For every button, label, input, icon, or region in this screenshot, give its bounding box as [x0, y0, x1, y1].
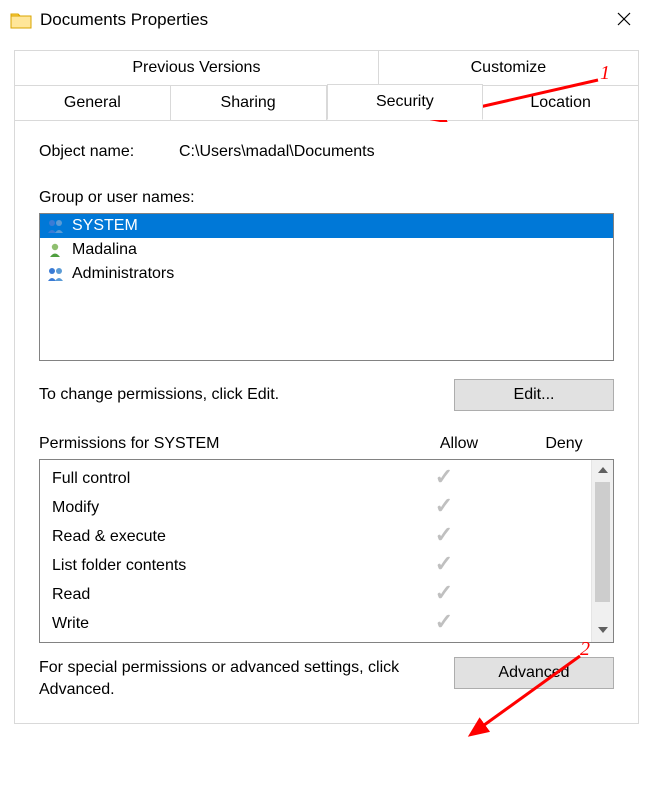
object-name-label: Object name:	[39, 143, 179, 161]
scroll-thumb[interactable]	[595, 482, 610, 602]
scroll-up-button[interactable]	[592, 460, 613, 482]
edit-row: To change permissions, click Edit. Edit.…	[39, 379, 614, 411]
user-item-label: Administrators	[72, 265, 174, 283]
permission-row: Write✓	[40, 609, 591, 638]
advanced-hint: For special permissions or advanced sett…	[39, 657, 454, 701]
permissions-box: Full control✓Modify✓Read & execute✓List …	[39, 459, 614, 643]
title-bar: Documents Properties	[0, 0, 653, 40]
check-icon: ✓	[435, 609, 453, 634]
close-button[interactable]	[605, 5, 643, 36]
user-item-label: SYSTEM	[72, 217, 138, 235]
permission-name: Full control	[52, 470, 389, 488]
check-icon: ✓	[435, 522, 453, 547]
permission-allow: ✓	[389, 468, 499, 489]
permissions-header: Permissions for SYSTEM Allow Deny	[39, 435, 614, 453]
chevron-up-icon	[598, 467, 608, 473]
object-name-value: C:\Users\madal\Documents	[179, 143, 375, 161]
scroll-track	[592, 602, 613, 620]
tab-row-bottom: General Sharing Security Location	[14, 85, 639, 121]
permissions-header-name: Permissions for SYSTEM	[39, 435, 404, 453]
tab-previous-versions[interactable]: Previous Versions	[15, 51, 379, 85]
user-item[interactable]: Administrators	[40, 262, 613, 286]
permission-allow: ✓	[389, 584, 499, 605]
permission-row: List folder contents✓	[40, 551, 591, 580]
close-icon	[617, 12, 631, 26]
folder-icon	[10, 11, 32, 29]
permission-name: Modify	[52, 499, 389, 517]
scroll-down-button[interactable]	[592, 620, 613, 642]
groups-label: Group or user names:	[39, 189, 614, 207]
scrollbar[interactable]	[591, 460, 613, 642]
advanced-row: For special permissions or advanced sett…	[39, 657, 614, 701]
check-icon: ✓	[435, 580, 453, 605]
user-item-label: Madalina	[72, 241, 137, 259]
user-icon	[46, 242, 66, 258]
permission-row: Full control✓	[40, 464, 591, 493]
permission-allow: ✓	[389, 526, 499, 547]
permission-name: Read	[52, 586, 389, 604]
permission-row: Modify✓	[40, 493, 591, 522]
group-icon	[46, 266, 66, 282]
permissions-header-deny: Deny	[514, 435, 614, 453]
edit-hint: To change permissions, click Edit.	[39, 386, 454, 404]
user-item[interactable]: SYSTEM	[40, 214, 613, 238]
users-listbox[interactable]: SYSTEM Madalina Administrators	[39, 213, 614, 361]
advanced-button[interactable]: Advanced	[454, 657, 614, 689]
tab-location[interactable]: Location	[483, 85, 638, 120]
tab-sharing[interactable]: Sharing	[171, 85, 327, 120]
permissions-header-allow: Allow	[404, 435, 514, 453]
object-row: Object name: C:\Users\madal\Documents	[39, 143, 614, 161]
chevron-down-icon	[598, 627, 608, 633]
tab-security[interactable]: Security	[327, 84, 484, 120]
permission-row: Read✓	[40, 580, 591, 609]
check-icon: ✓	[435, 493, 453, 518]
window-title: Documents Properties	[40, 10, 208, 30]
permission-name: Read & execute	[52, 528, 389, 546]
permission-row: Read & execute✓	[40, 522, 591, 551]
group-icon	[46, 218, 66, 234]
tab-content-security: Object name: C:\Users\madal\Documents Gr…	[14, 121, 639, 724]
permission-name: List folder contents	[52, 557, 389, 575]
permissions-list: Full control✓Modify✓Read & execute✓List …	[40, 460, 591, 642]
tab-general[interactable]: General	[15, 85, 171, 120]
edit-button[interactable]: Edit...	[454, 379, 614, 411]
permission-allow: ✓	[389, 555, 499, 576]
permission-allow: ✓	[389, 613, 499, 634]
check-icon: ✓	[435, 551, 453, 576]
check-icon: ✓	[435, 464, 453, 489]
tab-customize[interactable]: Customize	[379, 51, 638, 85]
permission-allow: ✓	[389, 497, 499, 518]
user-item[interactable]: Madalina	[40, 238, 613, 262]
tab-container: Previous Versions Customize General Shar…	[0, 40, 653, 724]
tab-row-top: Previous Versions Customize	[14, 50, 639, 85]
permission-name: Write	[52, 615, 389, 633]
